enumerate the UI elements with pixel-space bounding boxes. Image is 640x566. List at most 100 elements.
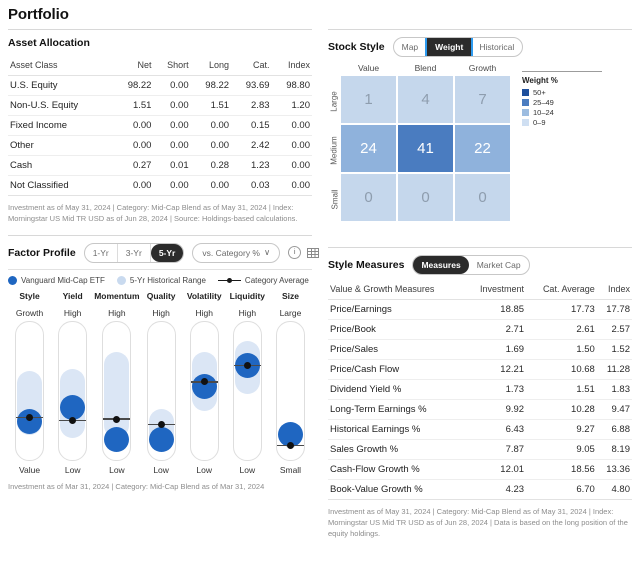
divider — [522, 71, 602, 72]
cell-cat: 1.23 — [231, 155, 272, 176]
category-average-knob — [286, 441, 294, 449]
factor-investment-bubble — [17, 408, 43, 434]
cell-long: 98.22 — [190, 75, 232, 96]
info-icon[interactable]: i — [288, 246, 302, 260]
asset-allocation-body: U.S. Equity 98.22 0.00 98.22 93.69 98.80 Non-U… — [8, 75, 312, 196]
cell-short: 0.00 — [153, 175, 191, 196]
table-header-row: Value & Growth Measures Investment Cat. … — [328, 281, 632, 300]
cell-cat: 2.83 — [231, 95, 272, 116]
tab-1-yr[interactable]: 1-Yr — [85, 243, 118, 262]
comparison-dropdown-label: vs. Category % — [202, 247, 260, 258]
dashboard-grid: Asset Allocation Asset Class Net Short L… — [0, 23, 640, 540]
cell-label: Cash-Flow Growth % — [328, 459, 466, 480]
divider — [8, 29, 312, 30]
table-icon[interactable] — [307, 247, 320, 259]
style-box-cell-small-value[interactable]: 0 — [341, 174, 396, 221]
factor-category-average-marker — [59, 416, 87, 424]
style-box-cell-medium-blend[interactable]: 41 — [398, 125, 453, 172]
style-box-row-label-small: Small — [330, 189, 340, 210]
style-box-row-label-medium: Medium — [330, 136, 340, 165]
cell-long: 0.00 — [190, 115, 232, 136]
factor-historical-range — [104, 352, 130, 438]
cell-cat: 93.69 — [231, 75, 272, 96]
table-row: Dividend Yield % 1.73 1.51 1.83 — [328, 379, 632, 400]
legend-item: 10–24 — [522, 108, 602, 117]
cell-investment: 4.23 — [465, 479, 527, 500]
factor-track[interactable] — [189, 320, 219, 461]
style-measures-panel: Style Measures Measures Market Cap Value… — [320, 247, 640, 540]
legend-label: 50+ — [533, 88, 546, 97]
cell-label: Price/Earnings — [328, 299, 466, 320]
table-row: Sales Growth % 7.87 9.05 8.19 — [328, 439, 632, 460]
factor-name: Quality — [146, 290, 176, 301]
factor-track[interactable] — [58, 320, 88, 461]
cell-label: Historical Earnings % — [328, 419, 466, 440]
factor-track[interactable] — [275, 320, 305, 461]
style-box-cell-small-growth[interactable]: 0 — [455, 174, 510, 221]
factor-track[interactable] — [15, 320, 45, 461]
factor-name: Yield — [62, 290, 83, 301]
cell-short: 0.00 — [153, 135, 191, 156]
cell-label: Fixed Income — [8, 115, 114, 136]
factor-investment-bubble — [104, 426, 130, 452]
factor-track[interactable] — [146, 320, 176, 461]
legend-swatch-icon — [522, 99, 529, 106]
factor-profile-title: Factor Profile — [8, 246, 76, 259]
style-measures-tabs[interactable]: Measures Market Cap — [412, 255, 530, 275]
tab-market-cap[interactable]: Market Cap — [469, 256, 529, 274]
solid-dot-icon — [8, 275, 17, 285]
factor-top-label: High — [63, 307, 82, 318]
cell-short: 0.01 — [153, 155, 191, 176]
category-average-knob — [243, 361, 251, 369]
factor-column-volatility: Volatility High Low — [183, 291, 226, 475]
legend-label: 10–24 — [533, 108, 554, 117]
cell-net: 98.22 — [113, 75, 154, 96]
column-header-asset-class: Asset Class — [8, 57, 114, 76]
style-box-cell-large-growth[interactable]: 7 — [455, 76, 510, 123]
factor-profile-footnote: Investment as of Mar 31, 2024 | Category… — [8, 481, 265, 491]
stock-style-tabs[interactable]: Map Weight Historical — [392, 37, 524, 57]
comparison-dropdown[interactable]: vs. Category % ∨ — [192, 242, 281, 263]
cell-label: Long-Term Earnings % — [328, 399, 466, 420]
cell-investment: 12.21 — [465, 359, 527, 380]
factor-period-tabs[interactable]: 1-Yr 3-Yr 5-Yr — [83, 242, 185, 263]
cell-investment: 2.71 — [465, 319, 527, 340]
legend-item-investment: Vanguard Mid-Cap ETF — [8, 275, 105, 285]
style-measures-title: Style Measures — [328, 259, 405, 271]
factor-column-momentum: Momentum High Low — [94, 291, 139, 475]
factor-top-label: High — [195, 307, 213, 318]
legend-label-historical-range: 5-Yr Historical Range — [129, 275, 206, 285]
legend-item: 50+ — [522, 88, 602, 97]
asset-allocation-footnote: Investment as of May 31, 2024 | Category… — [8, 203, 298, 223]
tab-5-yr[interactable]: 5-Yr — [150, 243, 184, 262]
factor-category-average-marker — [103, 415, 131, 423]
style-box-cell-small-blend[interactable]: 0 — [398, 174, 453, 221]
style-box-matrix: Large Medium Small Value Blend Growth 1 4 7 24 4… — [328, 63, 512, 225]
chevron-down-icon: ∨ — [264, 247, 271, 258]
table-row: Other 0.00 0.00 0.00 2.42 0.00 — [8, 135, 312, 156]
tab-3-yr[interactable]: 3-Yr — [118, 243, 151, 262]
factor-track[interactable] — [102, 320, 132, 461]
legend-swatch-icon — [522, 119, 529, 126]
factor-category-average-marker — [147, 421, 175, 429]
style-box-cell-medium-growth[interactable]: 22 — [455, 125, 510, 172]
cell-investment: 1.69 — [465, 339, 527, 360]
tab-weight[interactable]: Weight — [427, 38, 472, 56]
table-row: Fixed Income 0.00 0.00 0.00 0.15 0.00 — [8, 115, 312, 136]
style-box-cell-large-value[interactable]: 1 — [341, 76, 396, 123]
factor-track[interactable] — [232, 320, 262, 461]
cell-long: 0.00 — [190, 135, 232, 156]
tab-historical[interactable]: Historical — [471, 38, 522, 56]
tab-map[interactable]: Map — [394, 38, 428, 56]
tab-measures[interactable]: Measures — [413, 256, 469, 274]
style-box-cell-large-blend[interactable]: 4 — [398, 76, 453, 123]
cell-investment: 1.73 — [465, 379, 527, 400]
style-box-row-label-large: Large — [330, 91, 339, 112]
factor-bottom-label: Small — [279, 464, 302, 475]
factor-top-label: High — [152, 307, 170, 318]
style-measures-body: Price/Earnings 18.85 17.73 17.78 Price/Book 2… — [328, 299, 632, 500]
style-measures-footnote: Investment as of May 31, 2024 | Category… — [328, 507, 628, 538]
factor-profile-legend: Vanguard Mid-Cap ETF 5-Yr Historical Ran… — [8, 268, 312, 285]
factor-profile-chart: Style Growth Value Yield High Low Momentum High… — [8, 291, 312, 475]
style-box-cell-medium-value[interactable]: 24 — [341, 125, 396, 172]
